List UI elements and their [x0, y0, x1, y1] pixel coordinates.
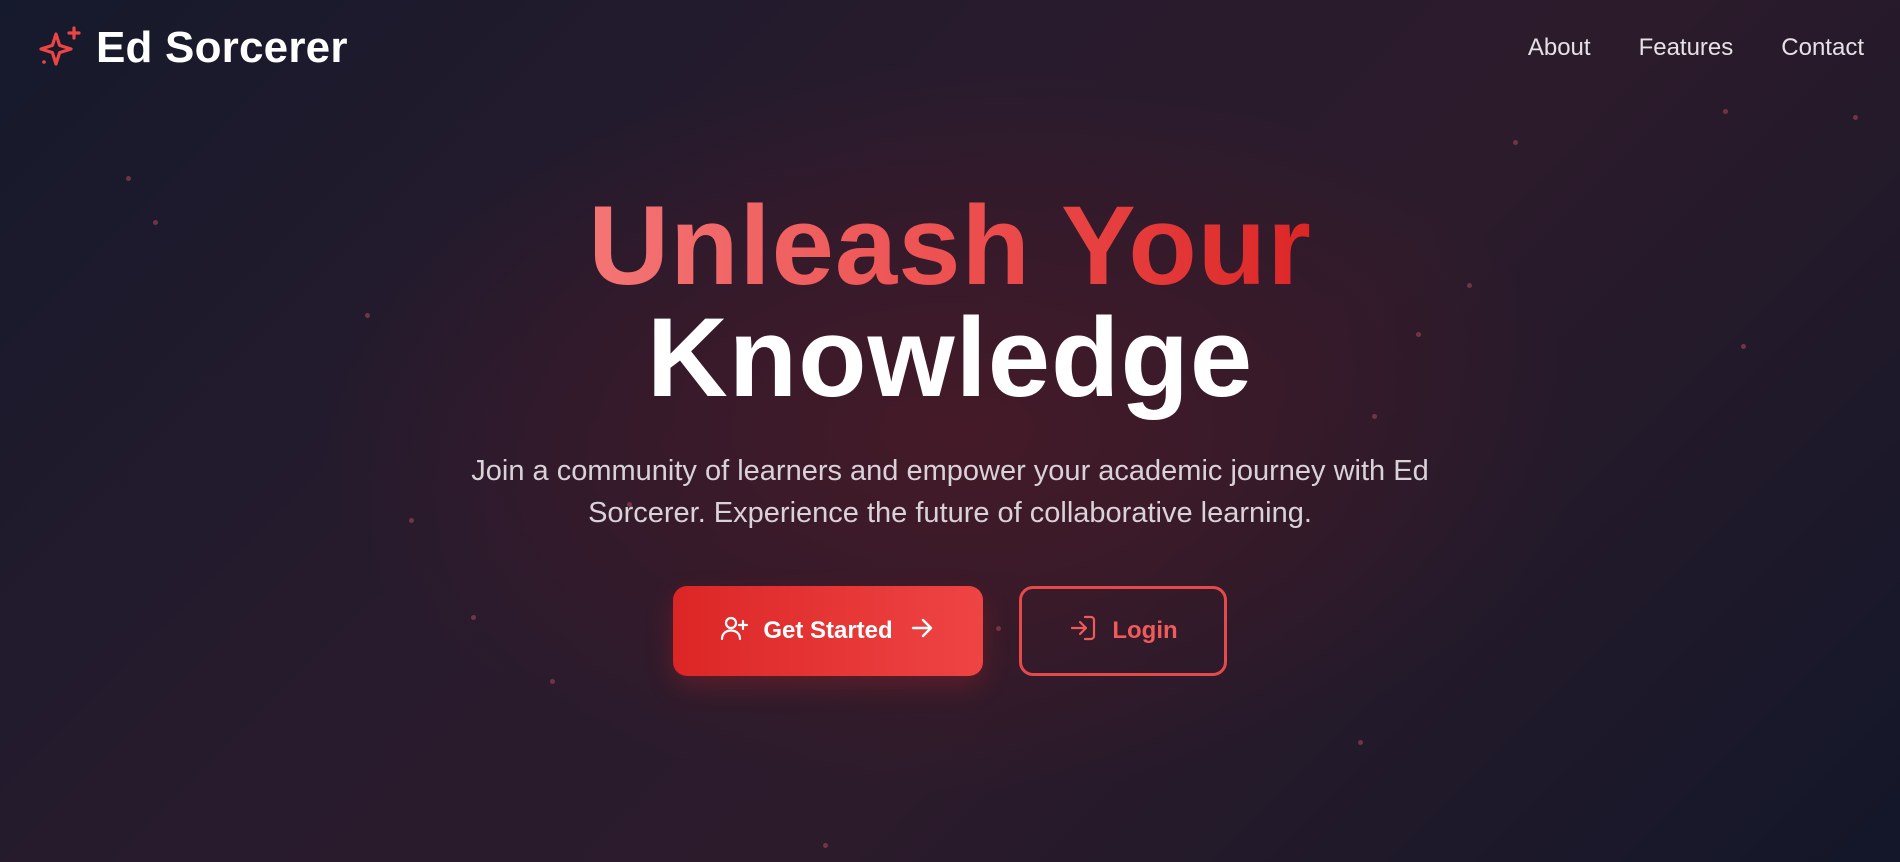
particle	[1853, 115, 1858, 120]
login-button[interactable]: Login	[1019, 586, 1227, 676]
sparkles-icon	[36, 24, 84, 72]
particle	[1358, 740, 1363, 745]
brand[interactable]: Ed Sorcerer	[36, 23, 348, 73]
log-in-icon	[1068, 613, 1098, 650]
nav-link-about[interactable]: About	[1528, 34, 1591, 62]
get-started-button[interactable]: Get Started	[673, 586, 983, 676]
hero-title-accent: Unleash Your	[588, 183, 1312, 308]
login-label: Login	[1112, 617, 1178, 644]
hero-subtitle: Join a community of learners and empower…	[471, 455, 1429, 529]
particle	[1723, 109, 1728, 114]
nav-link-contact[interactable]: Contact	[1781, 34, 1864, 62]
particle	[823, 843, 828, 848]
particle	[126, 176, 131, 181]
arrow-right-icon	[907, 613, 937, 650]
user-plus-icon	[719, 613, 749, 650]
particle	[1513, 140, 1518, 145]
get-started-label: Get Started	[763, 617, 893, 644]
hero-title: Knowledge	[646, 295, 1254, 420]
nav-link-features[interactable]: Features	[1639, 34, 1734, 62]
hero-actions: Get Started Login	[673, 586, 1227, 676]
hero-section: Unleash Your Knowledge Join a community …	[0, 190, 1900, 676]
brand-name: Ed Sorcerer	[96, 23, 348, 72]
site-header: Ed Sorcerer About Features Contact	[0, 0, 1900, 96]
main-nav: About Features Contact	[1528, 34, 1864, 62]
particle	[550, 679, 555, 684]
